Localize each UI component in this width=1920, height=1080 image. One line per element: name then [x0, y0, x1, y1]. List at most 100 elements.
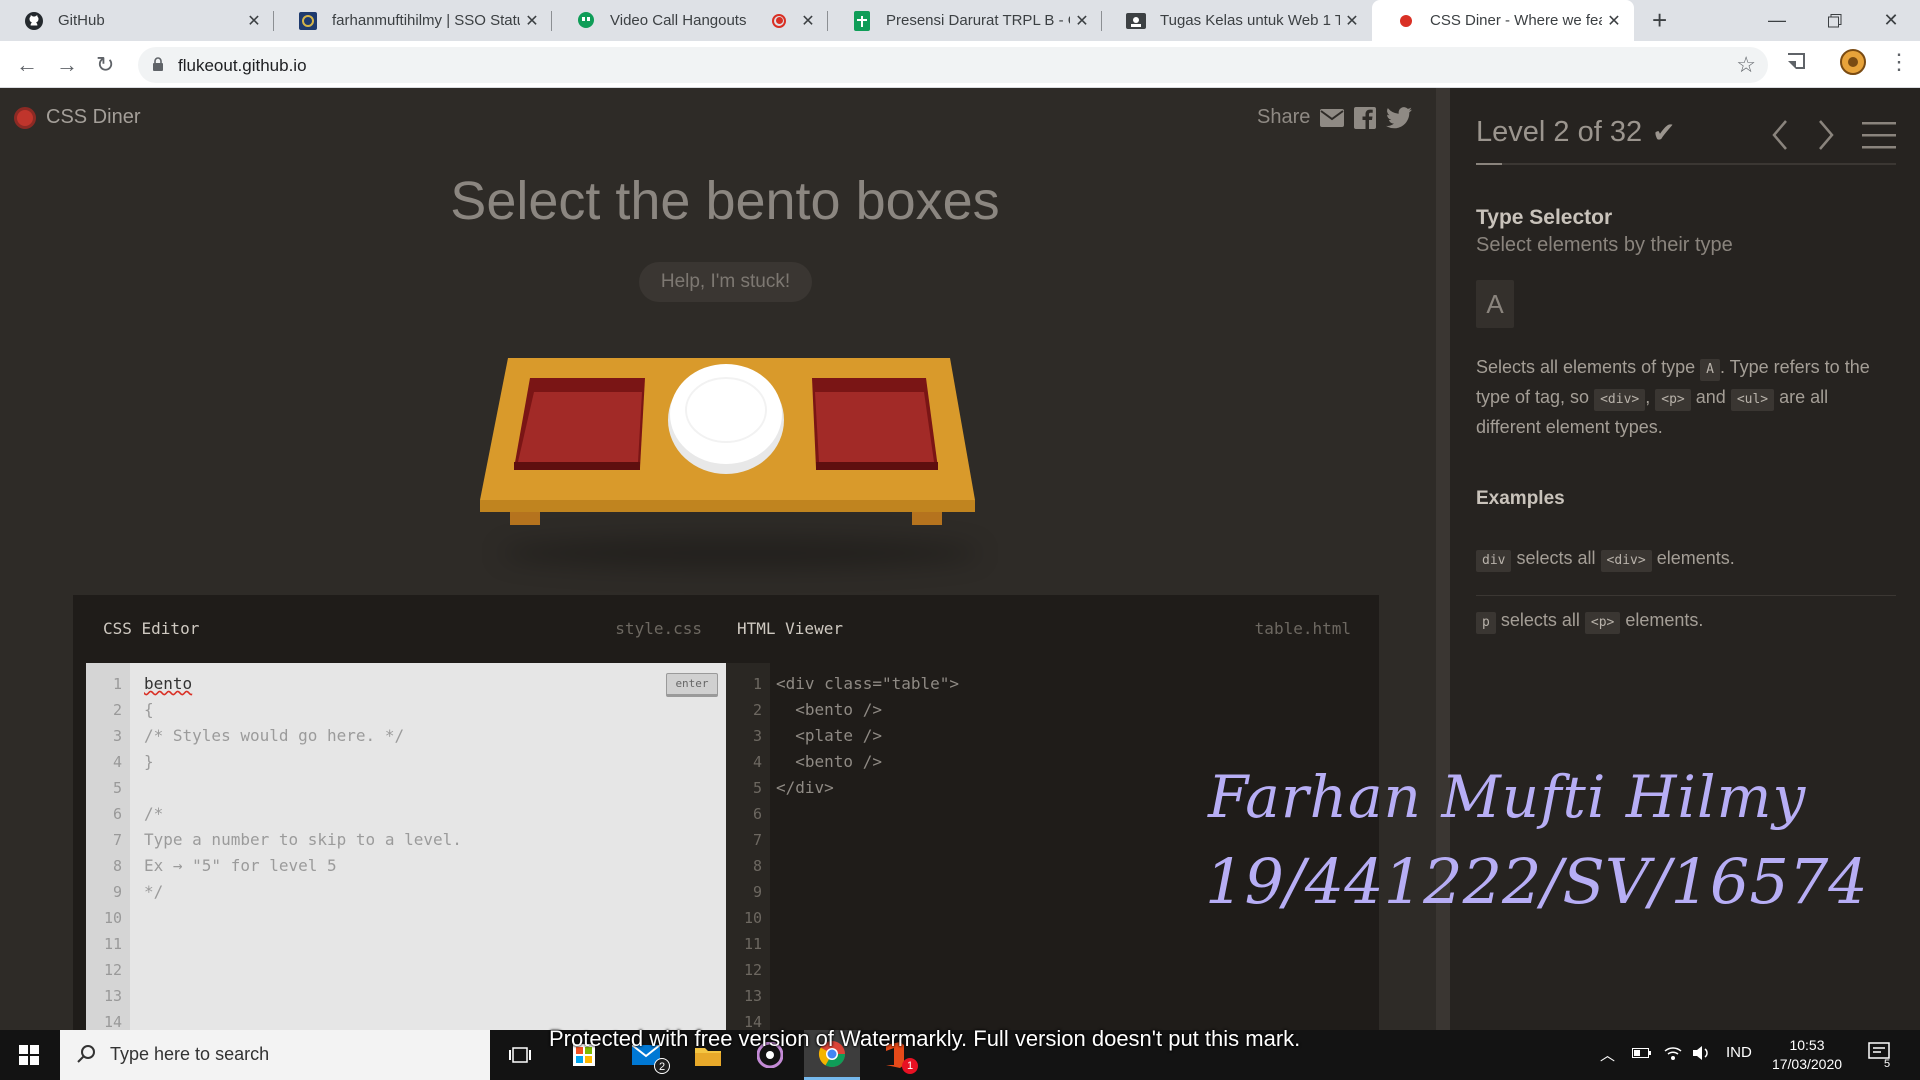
help-button[interactable]: Help, I'm stuck! — [639, 262, 812, 302]
html-code-line[interactable]: <plate /> — [776, 726, 882, 745]
line-number: 1 — [112, 675, 122, 693]
html-code-line[interactable]: <bento /> — [776, 752, 882, 771]
show-hidden-icons[interactable]: ︿ — [1600, 1044, 1615, 1065]
line-number: 5 — [752, 779, 762, 797]
close-window-icon[interactable]: ✕ — [1862, 0, 1920, 41]
html-file-name: table.html — [1254, 619, 1351, 638]
enter-button[interactable]: enter — [666, 673, 718, 697]
tab-label: CSS Diner - Where we feast on — [1430, 12, 1602, 29]
lock-icon — [152, 57, 164, 77]
plate[interactable] — [668, 364, 784, 474]
css-selector-input[interactable]: bento — [144, 674, 192, 693]
close-tab-icon[interactable]: ✕ — [1070, 11, 1094, 31]
menu-dots-icon[interactable]: ⋮ — [1888, 49, 1910, 75]
facebook-icon[interactable] — [1354, 106, 1377, 129]
bento-table-illustration — [480, 358, 975, 525]
line-number: 11 — [103, 935, 122, 953]
tab-label: GitHub — [58, 12, 105, 29]
battery-icon[interactable] — [1632, 1046, 1652, 1064]
html-code-line[interactable]: <div class="table"> — [776, 674, 959, 693]
clock-date: 17/03/2020 — [1771, 1056, 1843, 1072]
selector-syntax: A — [1476, 280, 1514, 328]
recording-icon — [772, 13, 786, 28]
system-clock[interactable]: 10:53 17/03/2020 — [1770, 1036, 1844, 1074]
back-arrow-icon[interactable]: ← — [16, 52, 38, 78]
tab-github[interactable]: GitHub ✕ — [0, 0, 274, 41]
html-code-line[interactable]: <bento /> — [776, 700, 882, 719]
line-number: 8 — [112, 857, 122, 875]
tab-label: Video Call Hangouts — [610, 12, 747, 29]
previous-level-icon[interactable] — [1770, 118, 1790, 152]
notification-count: 5 — [1884, 1058, 1891, 1070]
task-view-icon[interactable] — [492, 1030, 548, 1080]
search-icon — [77, 1045, 95, 1063]
line-number: 3 — [112, 727, 122, 745]
diner-logo-icon — [14, 106, 36, 129]
profile-avatar[interactable] — [1840, 49, 1866, 80]
line-number: 10 — [743, 909, 762, 927]
bento-box-left[interactable] — [514, 378, 645, 470]
volume-icon[interactable] — [1692, 1044, 1712, 1066]
language-indicator[interactable]: IND — [1726, 1044, 1752, 1061]
email-icon[interactable] — [1320, 108, 1345, 127]
tab-sso[interactable]: farhanmuftihilmy | SSO Status ✕ — [274, 0, 552, 41]
level-text: Level 2 of 32 — [1476, 116, 1643, 148]
hangouts-icon — [576, 11, 596, 31]
share-bar: Share — [1257, 106, 1413, 129]
search-placeholder: Type here to search — [110, 1044, 270, 1064]
example-1: div selects all <div> elements. — [1476, 548, 1735, 572]
level-controls — [1770, 118, 1896, 152]
tab-css-diner[interactable]: CSS Diner - Where we feast on ✕ — [1372, 0, 1634, 41]
mail-badge: 2 — [654, 1058, 670, 1074]
close-tab-icon[interactable]: ✕ — [520, 11, 544, 31]
next-level-icon[interactable] — [1816, 118, 1836, 152]
tab-label: Presensi Darurat TRPL B - Go — [886, 12, 1070, 29]
wifi-icon[interactable] — [1664, 1045, 1682, 1065]
tab-classroom[interactable]: Tugas Kelas untuk Web 1 TR ✕ — [1102, 0, 1372, 41]
line-number: 8 — [752, 857, 762, 875]
line-number: 9 — [752, 883, 762, 901]
close-tab-icon[interactable]: ✕ — [1602, 11, 1626, 31]
bookmark-star-icon[interactable]: ☆ — [1736, 52, 1756, 78]
code-tag: <div> — [1594, 389, 1646, 411]
line-number: 6 — [112, 805, 122, 823]
new-tab-icon[interactable]: + — [1652, 5, 1667, 36]
taskbar-search[interactable]: Type here to search — [60, 1030, 490, 1080]
watermark-id: 19/441222/SV/16574 — [1205, 845, 1868, 918]
tab-sheets[interactable]: Presensi Darurat TRPL B - Go ✕ — [828, 0, 1102, 41]
line-number: 10 — [103, 909, 122, 927]
url-text: flukeout.github.io — [178, 56, 307, 75]
line-number: 6 — [752, 805, 762, 823]
line-number: 5 — [112, 779, 122, 797]
css-code-line: /* Styles would go here. */ — [144, 726, 405, 745]
level-menu-icon[interactable] — [1862, 120, 1896, 150]
brand-logo[interactable]: CSS Diner — [14, 106, 140, 129]
bento-box-right[interactable] — [812, 378, 938, 470]
reload-icon[interactable]: ↻ — [96, 52, 114, 78]
line-number: 1 — [752, 675, 762, 693]
twitter-icon[interactable] — [1386, 106, 1413, 129]
line-number: 7 — [752, 831, 762, 849]
forward-arrow-icon[interactable]: → — [56, 52, 78, 78]
github-icon — [24, 11, 44, 31]
code-tag: <ul> — [1730, 389, 1775, 411]
restore-icon[interactable] — [1806, 0, 1864, 41]
cast-icon[interactable] — [1785, 51, 1807, 78]
line-number: 7 — [112, 831, 122, 849]
minimize-icon[interactable]: — — [1748, 0, 1806, 41]
windows-start-icon[interactable] — [0, 1030, 58, 1080]
css-code-line: { — [144, 700, 154, 719]
level-indicator: Level 2 of 32 ✔ — [1476, 116, 1676, 149]
css-code-line: Type a number to skip to a level. — [144, 830, 462, 849]
selector-description: Selects all elements of type A. Type ref… — [1476, 357, 1870, 437]
address-bar[interactable]: flukeout.github.io ☆ — [138, 47, 1768, 83]
close-tab-icon[interactable]: ✕ — [796, 11, 820, 31]
line-number: 4 — [112, 753, 122, 771]
level-headline: Select the bento boxes — [450, 171, 1000, 231]
html-code-line[interactable]: </div> — [776, 778, 834, 797]
close-tab-icon[interactable]: ✕ — [242, 11, 266, 31]
tab-hangouts[interactable]: Video Call Hangouts ✕ — [552, 0, 828, 41]
close-tab-icon[interactable]: ✕ — [1340, 11, 1364, 31]
brand-name: CSS Diner — [46, 106, 141, 128]
tab-label: farhanmuftihilmy | SSO Status — [332, 12, 520, 29]
